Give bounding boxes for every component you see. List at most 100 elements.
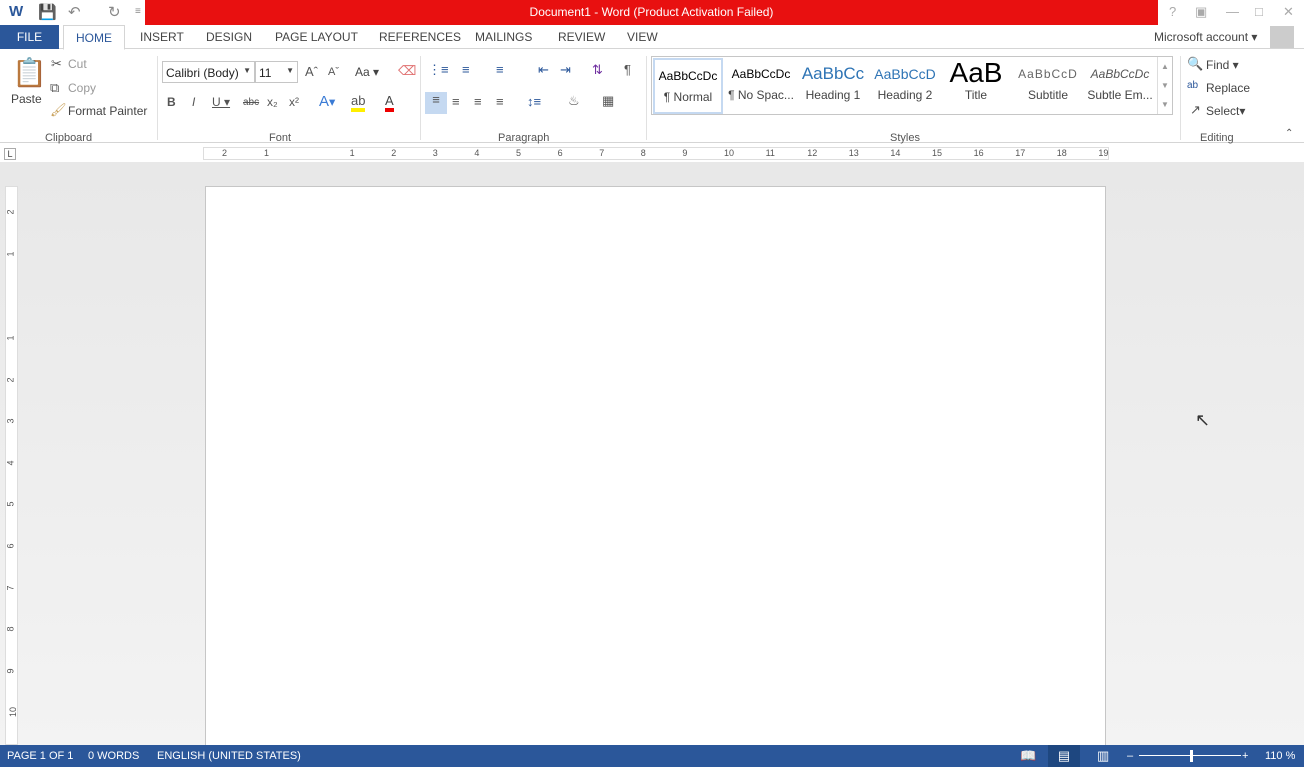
editing-group-label: Editing [1200,132,1234,144]
tab-design[interactable]: DESIGN [206,25,252,49]
underline-icon[interactable]: U ▾ [212,95,230,109]
save-icon[interactable]: 💾 [38,3,57,21]
ruler-tick-label: 12 [807,148,818,158]
styles-group-label: Styles [890,132,920,144]
superscript-icon[interactable]: x² [289,95,299,109]
read-mode-icon[interactable]: 📖 [1020,745,1036,767]
find-icon: 🔍 [1187,56,1204,71]
style-title[interactable]: AaB Title [940,58,1012,114]
copy-button[interactable]: Copy [68,81,96,95]
change-case-button[interactable]: Aa ▾ [355,65,379,79]
zoom-out-button[interactable]: – [1127,745,1133,767]
clear-formatting-icon[interactable]: ⌫ [398,63,416,79]
ribbon-display-options-icon[interactable]: ▣ [1195,4,1207,20]
help-icon[interactable]: ? [1169,4,1176,19]
show-formatting-icon[interactable]: ¶ [624,62,631,77]
account-menu[interactable]: Microsoft account ▾ [1154,25,1257,49]
tab-view[interactable]: VIEW [627,25,658,49]
tab-mailings[interactable]: MAILINGS [475,25,532,49]
copy-icon: ⧉ [50,80,60,95]
language[interactable]: ENGLISH (UNITED STATES) [157,745,301,767]
replace-button[interactable]: Replace [1206,81,1250,95]
style-no-spacing[interactable]: AaBbCcDc ¶ No Spac... [725,58,797,114]
zoom-level[interactable]: 110 % [1265,745,1295,767]
borders-icon[interactable]: ▦ [602,93,614,109]
styles-scroll[interactable]: ▲ ▼ ▼ [1157,57,1172,114]
vertical-ruler[interactable]: 2 1 1 2 3 4 5 6 7 8 9 10 [5,186,18,745]
ruler-tick-label: 1 [5,251,16,257]
subscript-icon[interactable]: x₂ [267,95,278,109]
style-heading-1[interactable]: AaBbCc Heading 1 [797,58,869,114]
font-name-select[interactable]: Calibri (Body) ▼ [162,61,255,83]
undo-icon[interactable]: ↶ [68,3,81,21]
italic-icon[interactable]: I [192,95,195,109]
ruler-tick-label: 6 [5,543,16,549]
bold-icon[interactable]: B [167,95,176,109]
text-effects-icon[interactable]: A▾ [319,93,335,110]
word-count[interactable]: 0 WORDS [88,745,139,767]
paragraph-group-label: Paragraph [498,132,550,144]
justify-icon[interactable]: ≡ [496,94,504,109]
tab-page-layout[interactable]: PAGE LAYOUT [275,25,358,49]
shading-icon[interactable]: ♨ [568,93,580,109]
align-center-icon[interactable]: ≡ [452,94,460,109]
tab-review[interactable]: REVIEW [558,25,605,49]
style-label: Subtitle [1027,88,1069,102]
ruler-tick-label: 10 [724,148,735,158]
minimize-icon[interactable]: — [1226,4,1239,19]
bullets-icon[interactable]: ⋮≡ [428,62,449,78]
style-label: Heading 1 [805,88,861,102]
tab-references[interactable]: REFERENCES [379,25,461,49]
font-name-value: Calibri (Body) [166,66,239,80]
line-spacing-icon[interactable]: ↕≡ [527,94,541,109]
mouse-cursor-icon: ↖ [1195,410,1211,430]
paste-button[interactable]: Paste [11,92,42,106]
ruler-tick-label: 5 [516,148,522,158]
style-normal[interactable]: AaBbCcDc ¶ Normal [653,58,723,114]
increase-indent-icon[interactable]: ⇥ [560,62,571,78]
ruler-tick-label: 3 [5,418,16,424]
change-case-label: Aa [355,65,370,79]
ruler-tick-label: 15 [932,148,943,158]
print-layout-icon[interactable]: ▤ [1048,745,1080,767]
close-icon[interactable]: ✕ [1283,4,1294,20]
style-subtitle[interactable]: AaBbCcD Subtitle [1012,58,1084,114]
numbering-icon[interactable]: ≡ [462,62,470,77]
zoom-in-button[interactable]: + [1242,745,1248,767]
tab-file[interactable]: FILE [0,25,59,49]
style-label: ¶ Normal [663,90,713,104]
strikethrough-icon[interactable]: abc [243,97,259,108]
document-page[interactable] [205,186,1106,746]
font-size-select[interactable]: 11 ▼ [255,61,298,83]
shrink-font-icon[interactable]: Aˇ [328,66,339,78]
grow-font-icon[interactable]: Aˆ [305,64,318,79]
style-heading-2[interactable]: AaBbCcD Heading 2 [869,58,941,114]
style-preview: AaB [949,58,1003,88]
format-painter-button[interactable]: Format Painter [68,104,147,118]
decrease-indent-icon[interactable]: ⇤ [538,62,549,78]
web-layout-icon[interactable]: ▥ [1097,745,1109,767]
style-preview: AaBbCcD [1018,67,1078,81]
maximize-icon[interactable]: □ [1255,4,1263,19]
redo-icon[interactable]: ↻ [108,3,121,21]
collapse-ribbon-icon[interactable]: ⌃ [1285,128,1293,139]
cut-button[interactable]: Cut [68,57,87,71]
align-left-icon[interactable]: ≡ [425,92,447,114]
tab-selector[interactable]: L [4,148,16,160]
avatar[interactable] [1270,26,1294,48]
page-count[interactable]: PAGE 1 OF 1 [7,745,73,767]
align-right-icon[interactable]: ≡ [474,94,482,109]
find-button[interactable]: Find ▾ [1206,58,1239,72]
ruler-tick-label: 2 [5,377,16,383]
style-subtle-emphasis[interactable]: AaBbCcDc Subtle Em... [1084,58,1156,114]
zoom-slider-thumb[interactable] [1190,750,1194,762]
multilevel-list-icon[interactable]: ≡ [496,62,504,77]
highlight-color-icon[interactable]: ab [351,93,366,112]
customize-qat-icon[interactable]: ≡ [135,6,141,17]
select-button[interactable]: Select▾ [1206,104,1245,118]
tab-insert[interactable]: INSERT [140,25,184,49]
horizontal-ruler[interactable]: 2 1 1 2 3 4 5 6 7 8 9 10 11 12 13 14 15 16 17 18 19 [203,147,1109,160]
tab-home[interactable]: HOME [63,25,125,50]
sort-icon[interactable]: ⇅ [592,62,603,78]
font-color-icon[interactable]: A [385,93,394,112]
